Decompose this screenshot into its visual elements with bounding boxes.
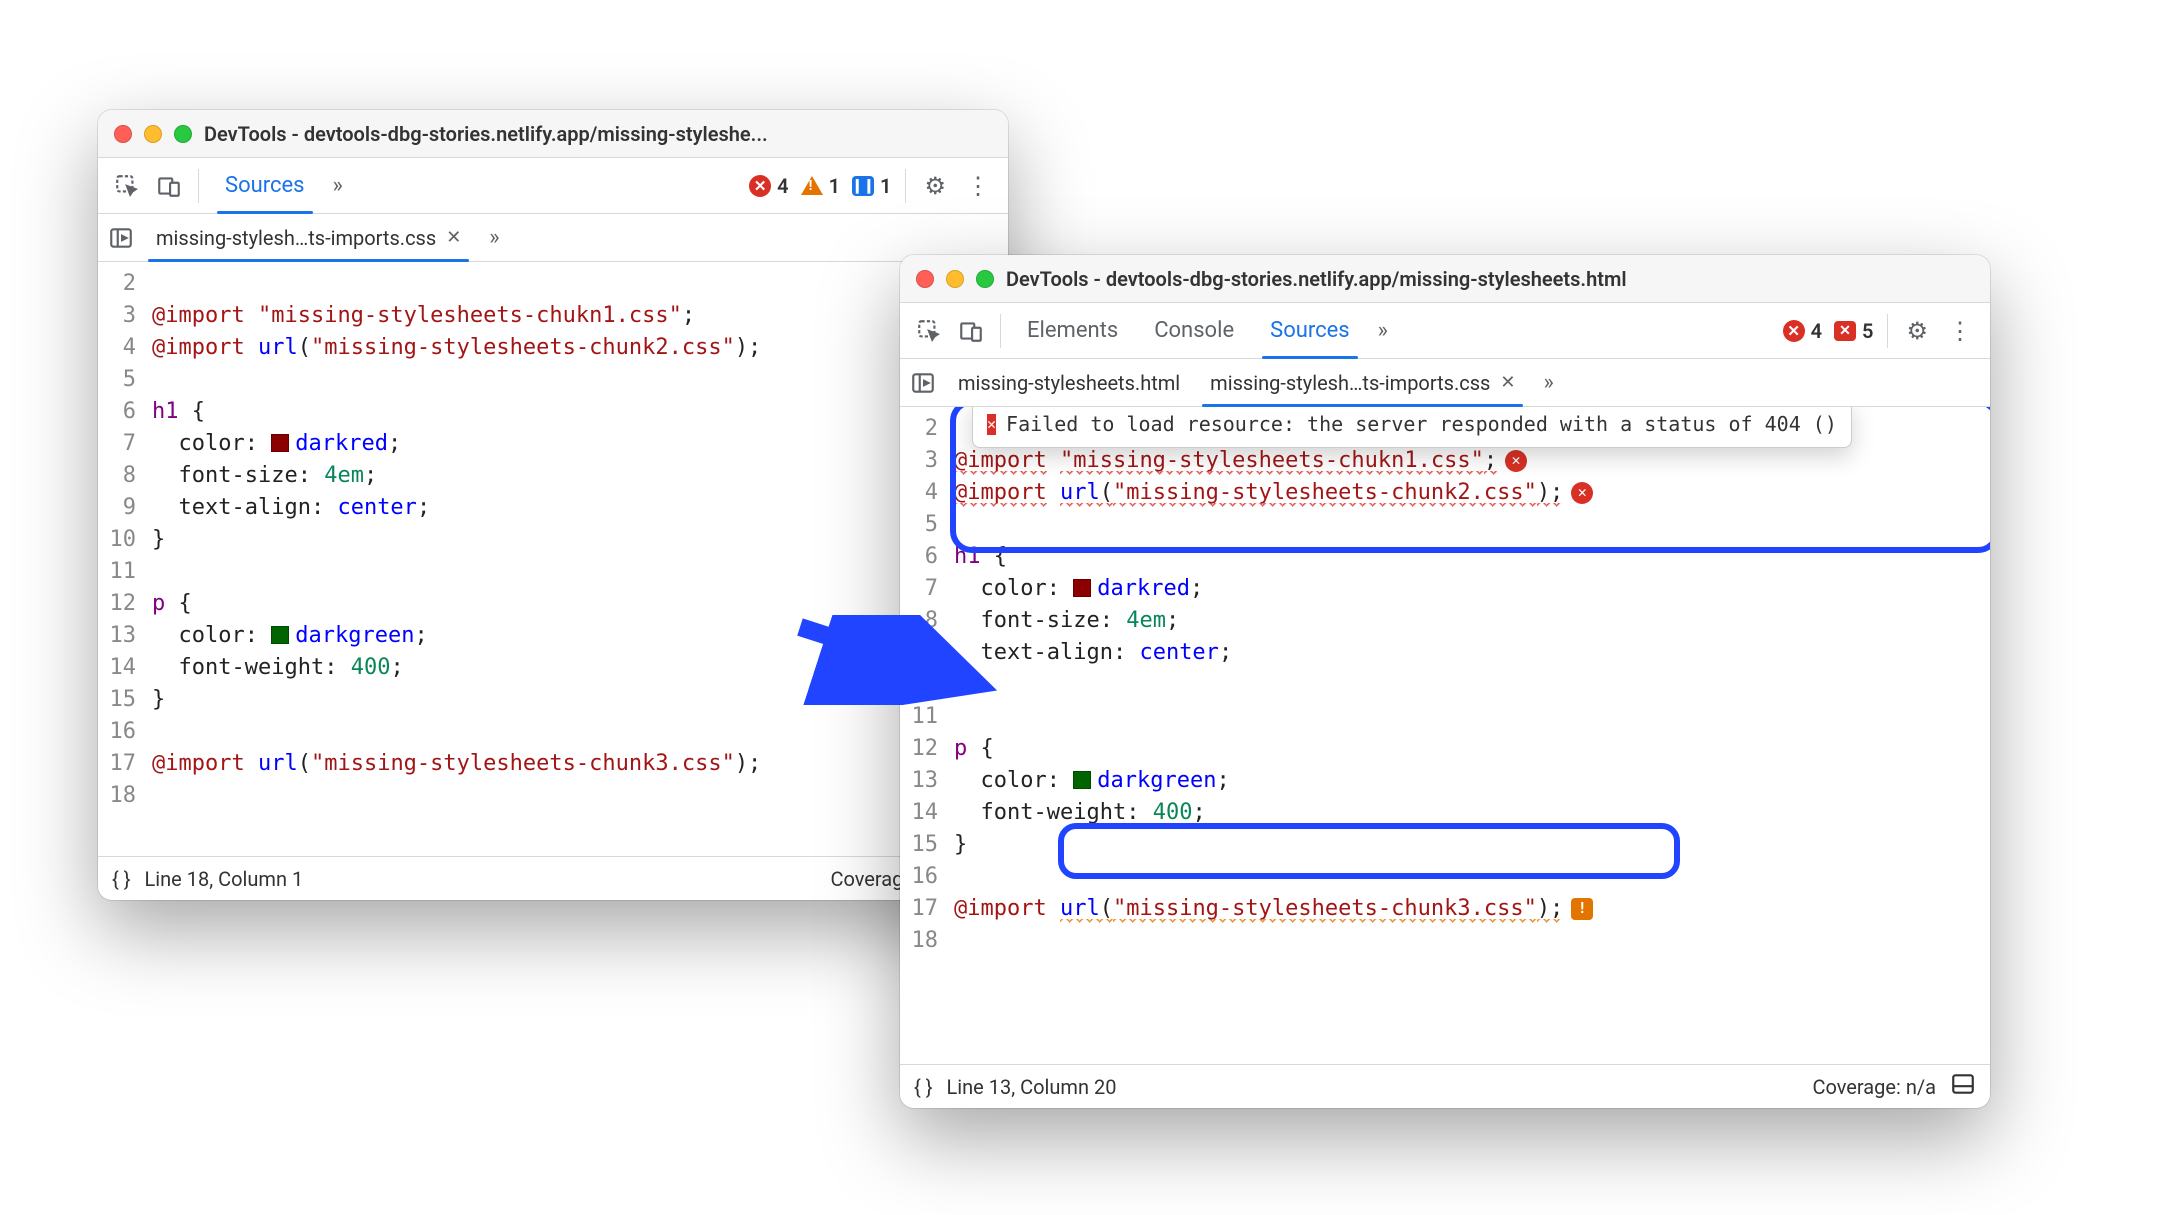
pretty-print-icon[interactable]: { }: [112, 867, 131, 891]
inspect-element-icon[interactable]: [908, 310, 950, 352]
warning-icon: [801, 176, 823, 195]
tab-sources[interactable]: Sources: [207, 158, 323, 213]
more-file-tabs-icon[interactable]: »: [1533, 370, 1559, 395]
traffic-lights: [114, 125, 192, 143]
issue-icon: ✕: [1834, 321, 1856, 341]
more-menu-icon[interactable]: ⋮: [1938, 317, 1982, 345]
color-swatch-darkred[interactable]: [271, 434, 289, 452]
errors-badge[interactable]: ✕4: [1777, 319, 1828, 343]
more-menu-icon[interactable]: ⋮: [956, 172, 1000, 200]
main-toolbar: Elements Console Sources » ✕4 ✕5 ⚙ ⋮: [900, 303, 1990, 359]
tab-console[interactable]: Console: [1136, 303, 1252, 358]
cursor-position: Line 18, Column 1: [145, 867, 304, 891]
close-window-icon[interactable]: [916, 270, 934, 288]
issues-badge[interactable]: ✕5: [1828, 319, 1879, 343]
error-marker-icon[interactable]: ✕: [1571, 482, 1593, 504]
window-title: DevTools - devtools-dbg-stories.netlify.…: [1006, 267, 1627, 291]
device-toolbar-icon[interactable]: [148, 165, 190, 207]
source-editor[interactable]: 23456789101112131415161718 @import "miss…: [98, 262, 1008, 856]
separator: [198, 169, 199, 203]
settings-icon[interactable]: ⚙: [914, 172, 956, 200]
file-tab-imports-css[interactable]: missing-stylesh…ts-imports.css ✕: [144, 214, 473, 261]
errors-badge[interactable]: ✕4: [743, 174, 794, 198]
annotation-arrow-icon: [790, 615, 1030, 705]
devtools-window-before: DevTools - devtools-dbg-stories.netlify.…: [98, 110, 1008, 900]
devtools-window-after: DevTools - devtools-dbg-stories.netlify.…: [900, 255, 1990, 1108]
settings-icon[interactable]: ⚙: [1896, 317, 1938, 345]
coverage-label: Coverage: n/a: [1812, 1075, 1936, 1099]
error-icon: ✕: [987, 414, 996, 436]
more-file-tabs-icon[interactable]: »: [479, 225, 505, 250]
file-tab-html[interactable]: missing-stylesheets.html: [946, 359, 1192, 406]
cursor-position: Line 13, Column 20: [947, 1075, 1117, 1099]
issues-badge[interactable]: ❙❙1: [846, 174, 897, 198]
maximize-window-icon[interactable]: [174, 125, 192, 143]
file-tab-strip: missing-stylesheets.html missing-stylesh…: [900, 359, 1990, 407]
line-gutter: 23456789101112131415161718: [900, 407, 950, 1064]
show-drawer-icon[interactable]: [1950, 1071, 1976, 1102]
error-icon: ✕: [749, 175, 771, 197]
main-toolbar: Sources » ✕4 1 ❙❙1 ⚙ ⋮: [98, 158, 1008, 214]
close-tab-icon[interactable]: ✕: [446, 227, 461, 248]
minimize-window-icon[interactable]: [946, 270, 964, 288]
file-tab-imports-css[interactable]: missing-stylesh…ts-imports.css ✕: [1198, 359, 1527, 406]
more-tabs-icon[interactable]: »: [323, 173, 349, 198]
code-area[interactable]: @import "missing-stylesheets-chukn1.css"…: [148, 262, 1008, 856]
line-gutter: 23456789101112131415161718: [98, 262, 148, 856]
error-icon: ✕: [1783, 320, 1805, 342]
error-tooltip: ✕ Failed to load resource: the server re…: [972, 407, 1852, 448]
tab-elements[interactable]: Elements: [1009, 303, 1136, 358]
tab-sources[interactable]: Sources: [1252, 303, 1368, 358]
status-bar: { } Line 13, Column 20 Coverage: n/a: [900, 1064, 1990, 1108]
titlebar: DevTools - devtools-dbg-stories.netlify.…: [900, 255, 1990, 303]
separator: [1887, 314, 1888, 348]
info-icon: ❙❙: [852, 176, 874, 196]
titlebar: DevTools - devtools-dbg-stories.netlify.…: [98, 110, 1008, 158]
file-tab-label: missing-stylesh…ts-imports.css: [156, 226, 436, 250]
color-swatch-darkgreen[interactable]: [1073, 771, 1091, 789]
close-window-icon[interactable]: [114, 125, 132, 143]
toggle-navigator-icon[interactable]: [906, 366, 940, 400]
window-title: DevTools - devtools-dbg-stories.netlify.…: [204, 122, 768, 146]
error-marker-icon[interactable]: ✕: [1505, 450, 1527, 472]
separator: [905, 169, 906, 203]
source-editor[interactable]: 23456789101112131415161718 ✕ Failed to l…: [900, 407, 1990, 1064]
color-swatch-darkgreen[interactable]: [271, 626, 289, 644]
file-tab-strip: missing-stylesh…ts-imports.css ✕ »: [98, 214, 1008, 262]
inspect-element-icon[interactable]: [106, 165, 148, 207]
maximize-window-icon[interactable]: [976, 270, 994, 288]
minimize-window-icon[interactable]: [144, 125, 162, 143]
color-swatch-darkred[interactable]: [1073, 579, 1091, 597]
warning-marker-icon[interactable]: !: [1571, 898, 1593, 920]
separator: [1000, 314, 1001, 348]
device-toolbar-icon[interactable]: [950, 310, 992, 352]
more-tabs-icon[interactable]: »: [1368, 318, 1394, 343]
code-area[interactable]: ✕ Failed to load resource: the server re…: [950, 407, 1990, 1064]
close-tab-icon[interactable]: ✕: [1500, 372, 1515, 393]
toggle-navigator-icon[interactable]: [104, 221, 138, 255]
warnings-badge[interactable]: 1: [795, 174, 846, 198]
traffic-lights: [916, 270, 994, 288]
pretty-print-icon[interactable]: { }: [914, 1075, 933, 1099]
status-bar: { } Line 18, Column 1 Coverage: n/a: [98, 856, 1008, 900]
file-tab-label: missing-stylesheets.html: [958, 371, 1180, 395]
file-tab-label: missing-stylesh…ts-imports.css: [1210, 371, 1490, 395]
